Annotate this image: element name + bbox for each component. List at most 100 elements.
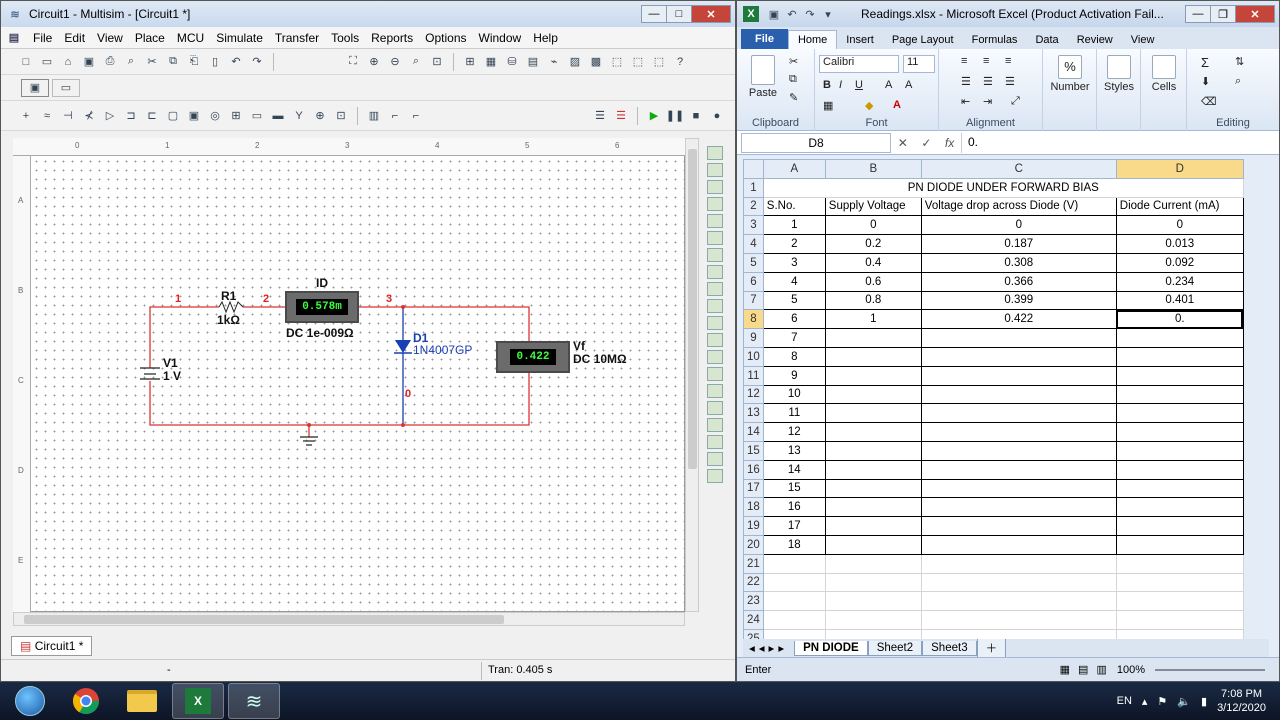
data-cell[interactable]: 0.399	[920, 290, 1117, 311]
data-cell[interactable]	[1115, 459, 1244, 480]
voltmeter-vf[interactable]: 0.422	[496, 341, 570, 373]
data-cell[interactable]: 3	[762, 252, 826, 273]
column-header-c[interactable]: C	[920, 159, 1117, 179]
resistor-symbol[interactable]	[218, 300, 244, 314]
multimeter-icon[interactable]	[707, 146, 723, 160]
iv-analyzer-icon[interactable]	[707, 316, 723, 330]
decrease-indent-icon[interactable]: ⇤	[961, 95, 970, 108]
empty-cell[interactable]	[920, 591, 1117, 612]
data-cell[interactable]	[824, 384, 922, 405]
increase-indent-icon[interactable]: ⇥	[983, 95, 992, 108]
zoom-slider[interactable]	[1155, 668, 1265, 671]
data-cell[interactable]: 2	[762, 234, 826, 254]
data-cell[interactable]	[824, 459, 922, 480]
data-cell[interactable]: 9	[762, 365, 826, 386]
spectrum-analyzer-icon[interactable]	[707, 350, 723, 364]
circuit-tab[interactable]: ▤ Circuit1 *	[11, 636, 93, 656]
sheet-title-cell[interactable]: PN DIODE UNDER FORWARD BIAS	[762, 177, 1244, 198]
data-cell[interactable]	[1115, 346, 1244, 367]
r1-name[interactable]: R1	[221, 289, 236, 303]
row-header[interactable]: 3	[743, 215, 764, 236]
wire-v1-r1[interactable]	[149, 306, 219, 368]
data-cell[interactable]: 18	[762, 534, 826, 555]
font-name-select[interactable]: Calibri	[819, 55, 899, 73]
volume-icon[interactable]: 🔈	[1177, 695, 1191, 708]
diode-symbol[interactable]	[395, 340, 411, 353]
data-cell[interactable]	[824, 346, 922, 367]
data-cell[interactable]: 7	[762, 328, 826, 348]
data-cell[interactable]: 13	[762, 440, 826, 461]
labview-icon[interactable]	[707, 452, 723, 466]
bode-plotter-icon[interactable]	[707, 231, 723, 245]
data-cell[interactable]: 15	[762, 478, 826, 499]
empty-cell[interactable]	[920, 610, 1117, 630]
data-cell[interactable]	[824, 497, 922, 518]
empty-cell[interactable]	[1115, 591, 1244, 612]
data-cell[interactable]	[920, 516, 1117, 536]
close-button[interactable]: ✕	[1235, 5, 1275, 23]
zoom-level[interactable]: 100%	[1117, 664, 1145, 676]
data-cell[interactable]	[920, 403, 1117, 424]
data-cell[interactable]: 0.092	[1115, 252, 1244, 273]
restore-button[interactable]: ❐	[1210, 5, 1236, 23]
data-cell[interactable]	[1115, 534, 1244, 555]
voltmeter-name[interactable]: Vf	[573, 339, 585, 353]
row-header[interactable]: 21	[743, 553, 764, 574]
number-format-button[interactable]: % Number	[1049, 55, 1091, 93]
ammeter-name[interactable]: ID	[316, 276, 328, 290]
cancel-entry-icon[interactable]: ✕	[898, 136, 908, 150]
select-all-corner[interactable]	[743, 159, 764, 179]
current-probe-icon[interactable]	[707, 469, 723, 483]
empty-cell[interactable]	[824, 553, 922, 574]
empty-cell[interactable]	[824, 591, 922, 612]
word-generator-icon[interactable]	[707, 265, 723, 279]
grow-font-icon[interactable]: A	[885, 79, 892, 91]
row-header[interactable]: 1	[743, 177, 764, 198]
sheet-tab-sheet3[interactable]: Sheet3	[922, 640, 977, 656]
empty-cell[interactable]	[1115, 572, 1244, 593]
cells-button[interactable]: Cells	[1145, 55, 1183, 93]
tab-view[interactable]: View	[1122, 31, 1164, 49]
logic-converter-icon[interactable]	[707, 299, 723, 313]
data-cell[interactable]: 0.422	[920, 309, 1117, 330]
canvas-horizontal-scrollbar[interactable]	[13, 612, 685, 626]
column-header-b[interactable]: B	[824, 159, 922, 179]
group-number[interactable]: % Number	[1043, 49, 1097, 131]
data-cell[interactable]: 11	[762, 403, 826, 424]
row-header[interactable]: 13	[743, 403, 764, 424]
row-header[interactable]: 24	[743, 610, 764, 630]
empty-cell[interactable]	[920, 553, 1117, 574]
column-header-a[interactable]: A	[762, 159, 826, 179]
scroll-thumb[interactable]	[24, 615, 504, 624]
data-cell[interactable]: 0.366	[920, 271, 1117, 292]
row-header[interactable]: 22	[743, 572, 764, 593]
language-indicator[interactable]: EN	[1117, 695, 1132, 707]
format-painter-icon[interactable]: ✎	[789, 91, 798, 104]
insert-function-icon[interactable]: fx	[945, 136, 954, 150]
tab-file[interactable]: File	[741, 29, 788, 49]
row-header[interactable]: 12	[743, 384, 764, 405]
data-cell[interactable]: 10	[762, 384, 826, 405]
data-cell[interactable]	[920, 422, 1117, 442]
function-generator-icon[interactable]	[707, 163, 723, 177]
agilent-generator-icon[interactable]	[707, 384, 723, 398]
sort-filter-icon[interactable]: ⇅	[1235, 55, 1244, 68]
logic-analyzer-icon[interactable]	[707, 282, 723, 296]
data-cell[interactable]	[824, 440, 922, 461]
data-cell[interactable]: 0	[920, 215, 1117, 236]
align-left-icon[interactable]: ☰	[961, 75, 971, 88]
data-cell[interactable]: 0	[1115, 215, 1244, 236]
align-bottom-icon[interactable]: ≡	[1005, 55, 1011, 67]
data-cell[interactable]	[920, 497, 1117, 518]
sheet-tab-sheet2[interactable]: Sheet2	[867, 640, 923, 656]
data-cell[interactable]	[920, 440, 1117, 461]
taskbar-explorer[interactable]	[116, 683, 168, 719]
data-cell[interactable]	[1115, 328, 1244, 348]
data-cell[interactable]	[1115, 365, 1244, 386]
orientation-icon[interactable]: ⤢	[1011, 95, 1020, 108]
row-header[interactable]: 5	[743, 252, 764, 273]
network-icon[interactable]: ▮	[1201, 695, 1207, 708]
data-cell[interactable]: 8	[762, 346, 826, 367]
v1-name[interactable]: V1	[163, 356, 178, 370]
empty-cell[interactable]	[824, 610, 922, 630]
